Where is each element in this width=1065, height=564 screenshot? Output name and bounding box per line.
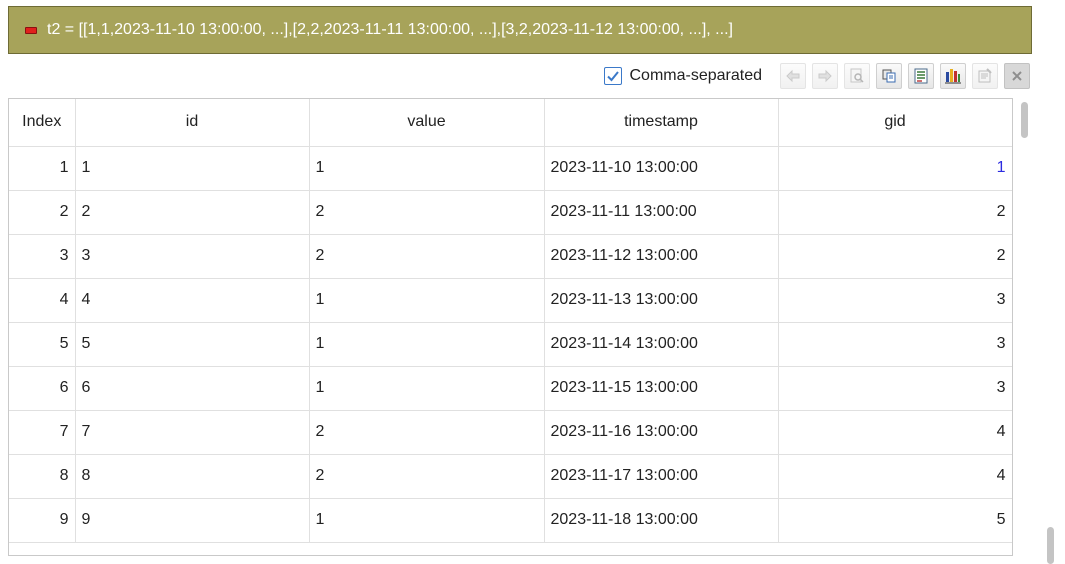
row-index: 2	[9, 190, 76, 235]
cell-id[interactable]: 3	[75, 234, 310, 279]
comma-separated-checkbox[interactable]	[603, 67, 622, 85]
row-index: 9	[9, 498, 76, 543]
cell-id[interactable]: 2	[75, 190, 310, 235]
table-row[interactable]: 5 5 1 2023-11-14 13:00:00 3	[9, 322, 1012, 367]
cell-timestamp[interactable]: 2023-11-11 13:00:00	[544, 190, 779, 235]
cell-gid[interactable]: 2	[778, 190, 1012, 235]
cell-timestamp[interactable]: 2023-11-13 13:00:00	[544, 278, 779, 323]
toolbar: Comma-separated	[603, 60, 1030, 92]
column-header-gid[interactable]: gid	[778, 99, 1012, 147]
column-header-value[interactable]: value	[309, 99, 545, 147]
cell-value[interactable]: 2	[309, 410, 545, 455]
copy-icon	[882, 69, 896, 83]
list-icon	[914, 68, 928, 84]
row-index: 1	[9, 146, 76, 191]
cell-id[interactable]: 9	[75, 498, 310, 543]
comma-separated-label: Comma-separated	[629, 67, 763, 84]
variable-expression: t2 = [[1,1,2023-11-10 13:00:00, ...],[2,…	[47, 21, 733, 38]
table-row[interactable]: 2 2 2 2023-11-11 13:00:00 2	[9, 190, 1012, 235]
cell-gid[interactable]: 3	[778, 366, 1012, 411]
cell-timestamp[interactable]: 2023-11-12 13:00:00	[544, 234, 779, 279]
cell-gid[interactable]: 2	[778, 234, 1012, 279]
column-header-index[interactable]: Index	[9, 99, 76, 147]
chart-button[interactable]	[940, 63, 966, 89]
cell-timestamp[interactable]: 2023-11-15 13:00:00	[544, 366, 779, 411]
variable-header-bar[interactable]: t2 = [[1,1,2023-11-10 13:00:00, ...],[2,…	[8, 6, 1032, 54]
row-index: 8	[9, 454, 76, 499]
row-index: 4	[9, 278, 76, 323]
cell-value[interactable]: 2	[309, 454, 545, 499]
cell-timestamp[interactable]: 2023-11-17 13:00:00	[544, 454, 779, 499]
cell-value[interactable]: 1	[309, 498, 545, 543]
cell-value[interactable]: 1	[309, 278, 545, 323]
row-index: 3	[9, 234, 76, 279]
copy-button[interactable]	[876, 63, 902, 89]
chart-icon	[945, 69, 961, 84]
cell-id[interactable]: 6	[75, 366, 310, 411]
checkmark-icon	[606, 71, 619, 82]
panel-scrollbar-thumb[interactable]	[1047, 527, 1054, 564]
cell-timestamp[interactable]: 2023-11-14 13:00:00	[544, 322, 779, 367]
forward-button[interactable]	[812, 63, 838, 89]
header-row: Index id value timestamp gid	[9, 99, 1012, 147]
data-table[interactable]: Index id value timestamp gid 1 1 1 2023-…	[8, 98, 1013, 556]
cell-value[interactable]: 1	[309, 146, 545, 191]
properties-button[interactable]	[972, 63, 998, 89]
cell-timestamp[interactable]: 2023-11-16 13:00:00	[544, 410, 779, 455]
collapse-icon[interactable]	[25, 26, 37, 34]
table-row[interactable]: 8 8 2 2023-11-17 13:00:00 4	[9, 454, 1012, 499]
table-row[interactable]: 3 3 2 2023-11-12 13:00:00 2	[9, 234, 1012, 279]
cell-id[interactable]: 1	[75, 146, 310, 191]
cell-gid[interactable]: 4	[778, 454, 1012, 499]
cell-gid-selected[interactable]: 1	[778, 146, 1012, 191]
cell-gid[interactable]: 4	[778, 410, 1012, 455]
table-row[interactable]: 6 6 1 2023-11-15 13:00:00 3	[9, 366, 1012, 411]
preview-icon	[850, 68, 864, 83]
table-row[interactable]: 4 4 1 2023-11-13 13:00:00 3	[9, 278, 1012, 323]
cell-id[interactable]: 4	[75, 278, 310, 323]
cell-id[interactable]: 8	[75, 454, 310, 499]
column-header-timestamp[interactable]: timestamp	[544, 99, 779, 147]
row-index: 7	[9, 410, 76, 455]
cell-value[interactable]: 1	[309, 322, 545, 367]
column-header-id[interactable]: id	[75, 99, 310, 147]
table-row[interactable]: 7 7 2 2023-11-16 13:00:00 4	[9, 410, 1012, 455]
close-button[interactable]	[1004, 63, 1030, 89]
cell-id[interactable]: 7	[75, 410, 310, 455]
table-row[interactable]: 1 1 1 2023-11-10 13:00:00 1	[9, 146, 1012, 191]
row-index: 5	[9, 322, 76, 367]
properties-icon	[978, 68, 992, 83]
row-index: 6	[9, 366, 76, 411]
back-button[interactable]	[780, 63, 806, 89]
cell-timestamp[interactable]: 2023-11-10 13:00:00	[544, 146, 779, 191]
cell-value[interactable]: 1	[309, 366, 545, 411]
cell-value[interactable]: 2	[309, 234, 545, 279]
forward-icon	[818, 69, 832, 83]
cell-timestamp[interactable]: 2023-11-18 13:00:00	[544, 498, 779, 543]
table-row[interactable]: 9 9 1 2023-11-18 13:00:00 5	[9, 498, 1012, 543]
comma-separated-option[interactable]: Comma-separated	[603, 67, 763, 85]
cell-id[interactable]: 5	[75, 322, 310, 367]
table-scrollbar-thumb[interactable]	[1021, 102, 1028, 138]
preview-button[interactable]	[844, 63, 870, 89]
cell-gid[interactable]: 3	[778, 322, 1012, 367]
cell-gid[interactable]: 5	[778, 498, 1012, 543]
cell-gid[interactable]: 3	[778, 278, 1012, 323]
back-icon	[786, 69, 800, 83]
list-view-button[interactable]	[908, 63, 934, 89]
cell-value[interactable]: 2	[309, 190, 545, 235]
close-icon	[1012, 71, 1022, 81]
table-vertical-scrollbar[interactable]	[1017, 100, 1031, 556]
